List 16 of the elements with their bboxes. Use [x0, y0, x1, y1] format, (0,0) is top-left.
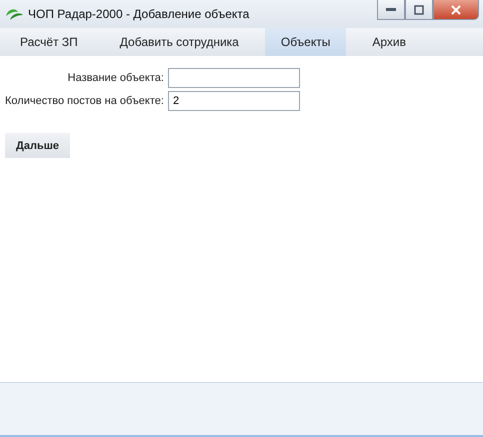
menu-tab[interactable]: Добавить сотрудника	[104, 28, 255, 56]
menu-tab[interactable]: Архив	[356, 28, 422, 56]
menu-tab[interactable]: Объекты	[264, 28, 346, 56]
field-label: Название объекта:	[66, 72, 164, 84]
close-icon	[451, 4, 461, 14]
maximize-icon	[414, 4, 424, 14]
close-button[interactable]	[433, 0, 479, 20]
minimize-icon	[386, 8, 396, 12]
window-title: ЧОП Радар-2000 - Добавление объекта	[28, 7, 250, 21]
minimize-button[interactable]	[377, 0, 405, 20]
input-field[interactable]	[168, 68, 300, 88]
field-label: Количество постов на объекте:	[5, 95, 164, 107]
input-field[interactable]: 2	[168, 91, 300, 111]
maximize-button[interactable]	[405, 0, 433, 20]
next-button[interactable]: Дальше	[5, 133, 70, 158]
menu-tab[interactable]: Расчёт ЗП	[4, 28, 94, 56]
